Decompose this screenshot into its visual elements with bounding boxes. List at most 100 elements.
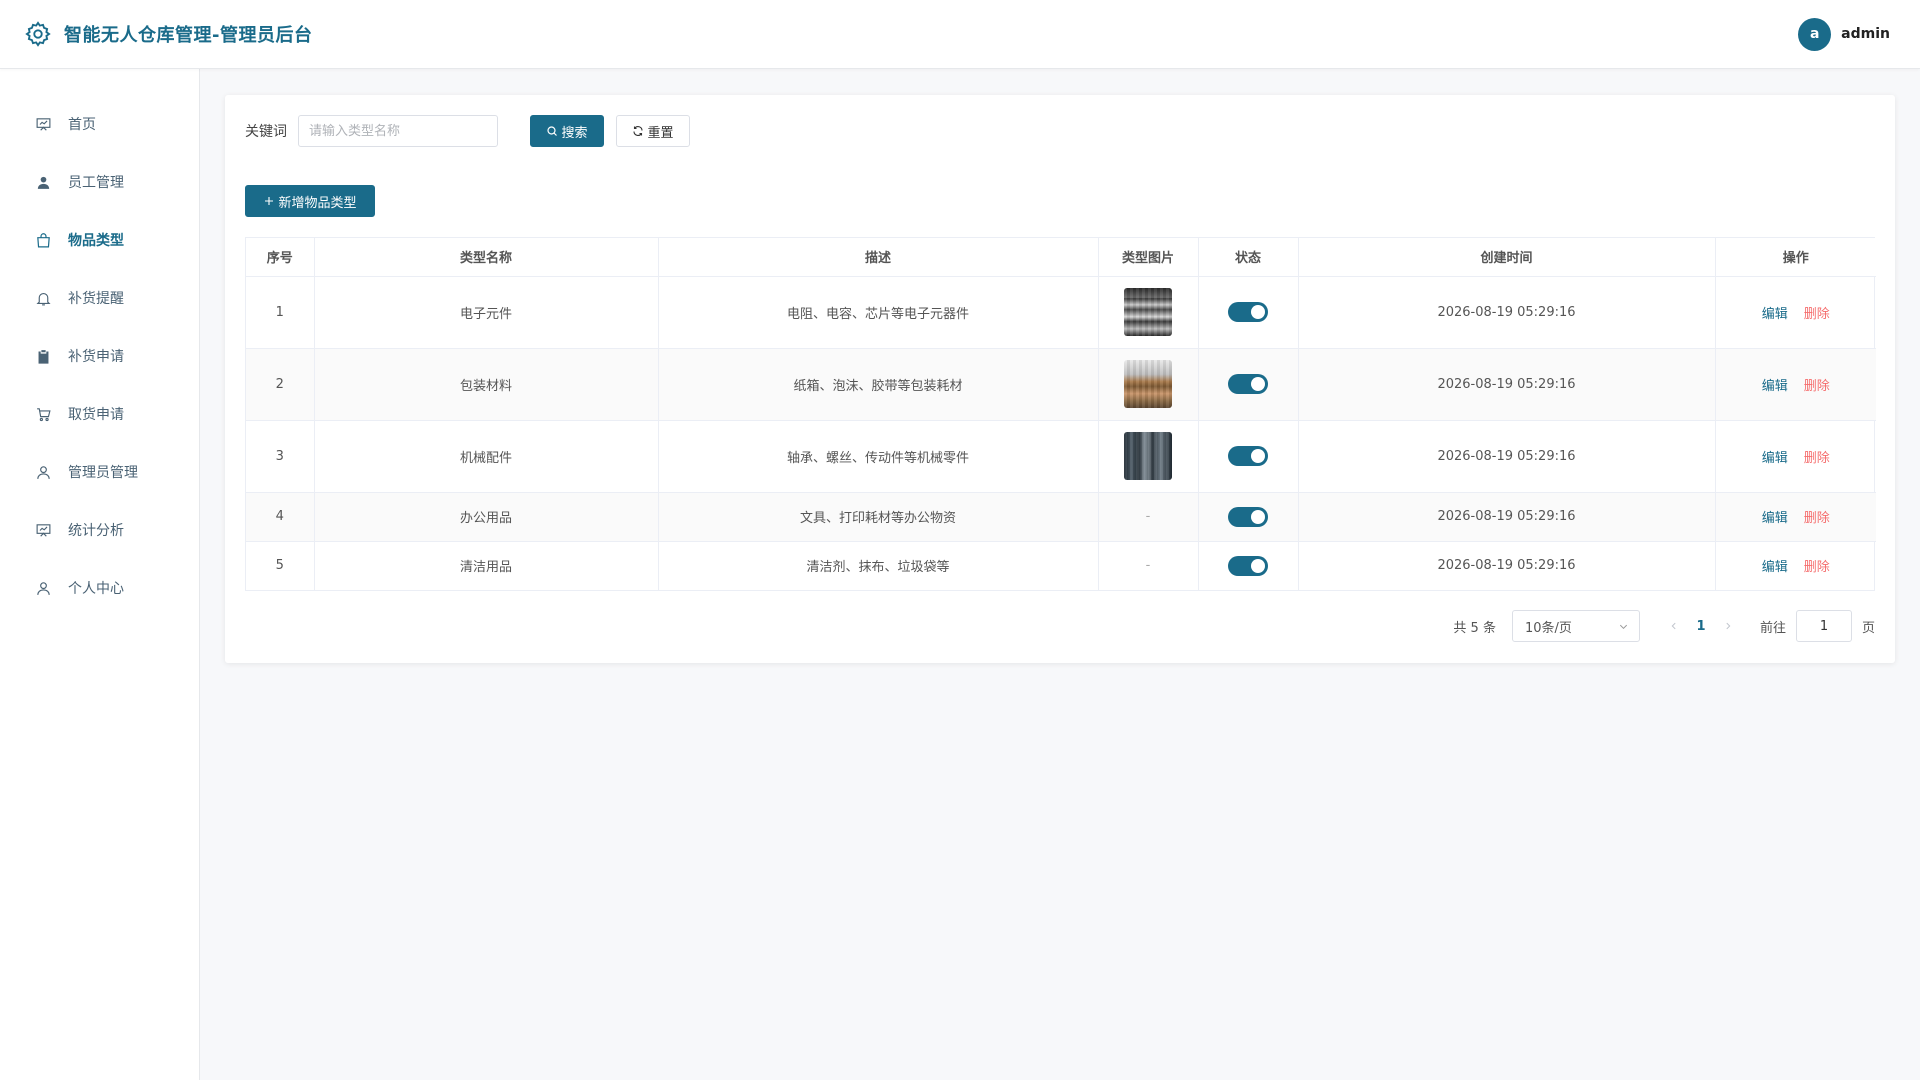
cell-index: 3 xyxy=(246,420,315,493)
table-row: 2 包装材料 纸箱、泡沫、胶带等包装耗材 2026-08-19 05:29:16… xyxy=(246,348,1876,421)
chevron-right-icon xyxy=(1726,622,1731,630)
type-image-thumbnail[interactable] xyxy=(1124,288,1172,336)
chevron-down-icon xyxy=(1619,624,1628,629)
avatar[interactable]: a xyxy=(1798,17,1832,51)
sidebar-item-profile[interactable]: 个人中心 xyxy=(0,559,199,617)
user-menu[interactable]: a admin xyxy=(1798,17,1890,51)
reset-button-label: 重置 xyxy=(647,125,674,141)
sidebar-item-label: 员工管理 xyxy=(68,175,124,191)
pagination: 共 5 条 10条/页 1 前往 页 xyxy=(1453,610,1875,642)
sidebar-item-pickup-requests[interactable]: 取货申请 xyxy=(0,385,199,443)
reset-button[interactable]: 重置 xyxy=(616,115,690,147)
search-button-label: 搜索 xyxy=(561,125,588,141)
page-number-current[interactable]: 1 xyxy=(1686,619,1716,634)
prev-page-button[interactable] xyxy=(1662,621,1686,631)
sidebar-item-admins[interactable]: 管理员管理 xyxy=(0,443,199,501)
chevron-left-icon xyxy=(1671,622,1676,630)
filter-bar: 关键词 搜索 重置 xyxy=(245,115,690,147)
delete-link[interactable]: 删除 xyxy=(1804,451,1830,466)
delete-link[interactable]: 删除 xyxy=(1804,560,1830,575)
sidebar-item-label: 物品类型 xyxy=(68,233,124,249)
cell-created: 2026-08-19 05:29:16 xyxy=(1298,492,1716,542)
presentation-icon xyxy=(36,523,51,537)
keyword-input[interactable] xyxy=(298,115,498,147)
search-icon xyxy=(547,126,558,136)
bell-icon xyxy=(36,292,51,305)
top-header: 智能无人仓库管理-管理员后台 a admin xyxy=(0,0,1920,69)
cell-desc: 电阻、电容、芯片等电子元器件 xyxy=(658,276,1099,349)
cell-created: 2026-08-19 05:29:16 xyxy=(1298,348,1716,421)
column-header: 类型名称 xyxy=(314,238,659,277)
cell-desc: 文具、打印耗材等办公物资 xyxy=(658,492,1099,542)
edit-link[interactable]: 编辑 xyxy=(1762,307,1788,322)
pagination-total: 共 5 条 xyxy=(1453,620,1496,636)
sidebar-item-statistics[interactable]: 统计分析 xyxy=(0,501,199,559)
add-button-label: 新增物品类型 xyxy=(278,195,357,211)
status-toggle[interactable] xyxy=(1228,302,1268,322)
next-page-button[interactable] xyxy=(1716,621,1740,631)
sidebar-item-employees[interactable]: 员工管理 xyxy=(0,153,199,211)
user-icon xyxy=(37,581,50,595)
edit-link[interactable]: 编辑 xyxy=(1762,379,1788,394)
column-header: 创建时间 xyxy=(1298,238,1716,277)
delete-link[interactable]: 删除 xyxy=(1804,307,1830,322)
edit-link[interactable]: 编辑 xyxy=(1762,560,1788,575)
cell-desc: 清洁剂、抹布、垃圾袋等 xyxy=(658,541,1099,590)
sidebar-item-label: 个人中心 xyxy=(68,581,124,597)
cell-desc: 轴承、螺丝、传动件等机械零件 xyxy=(658,420,1099,493)
cell-name: 清洁用品 xyxy=(314,541,659,590)
table-header-row: 序号 类型名称 描述 类型图片 状态 创建时间 操作 xyxy=(246,238,1876,277)
cell-desc: 纸箱、泡沫、胶带等包装耗材 xyxy=(658,348,1099,421)
column-header: 操作 xyxy=(1715,238,1876,277)
cell-index: 5 xyxy=(246,541,315,590)
add-item-type-button[interactable]: 新增物品类型 xyxy=(245,185,375,217)
sidebar-item-label: 取货申请 xyxy=(68,407,124,423)
goto-page-input[interactable] xyxy=(1795,610,1852,642)
cell-created: 2026-08-19 05:29:16 xyxy=(1298,420,1716,493)
username[interactable]: admin xyxy=(1841,26,1890,42)
keyword-label: 关键词 xyxy=(245,124,287,140)
delete-link[interactable]: 删除 xyxy=(1804,511,1830,526)
user-icon xyxy=(37,465,50,479)
refresh-icon xyxy=(633,126,644,136)
sidebar-item-label: 统计分析 xyxy=(68,523,124,539)
table-row: 3 机械配件 轴承、螺丝、传动件等机械零件 2026-08-19 05:29:1… xyxy=(246,420,1876,493)
search-button[interactable]: 搜索 xyxy=(530,115,604,147)
column-header: 序号 xyxy=(246,238,315,277)
delete-link[interactable]: 删除 xyxy=(1804,379,1830,394)
page-size-select[interactable]: 10条/页 xyxy=(1511,610,1640,642)
bag-icon xyxy=(37,232,50,247)
clipboard-icon xyxy=(38,349,49,364)
sidebar-item-label: 管理员管理 xyxy=(68,465,138,481)
sidebar-item-restock-alerts[interactable]: 补货提醒 xyxy=(0,269,199,327)
edit-link[interactable]: 编辑 xyxy=(1762,451,1788,466)
user-solid-icon xyxy=(37,176,50,189)
content-card: 关键词 搜索 重置 新增物品类型 序号 类型名称 描述 类型图片 xyxy=(225,95,1895,663)
gear-icon xyxy=(25,21,51,47)
cell-created: 2026-08-19 05:29:16 xyxy=(1298,541,1716,590)
cell-name: 办公用品 xyxy=(314,492,659,542)
status-toggle[interactable] xyxy=(1228,506,1268,527)
status-toggle[interactable] xyxy=(1228,446,1268,466)
type-image-thumbnail[interactable] xyxy=(1124,360,1172,408)
sidebar-item-label: 首页 xyxy=(68,117,96,133)
cart-icon xyxy=(37,407,51,421)
edit-link[interactable]: 编辑 xyxy=(1762,511,1788,526)
cell-name: 机械配件 xyxy=(314,420,659,493)
sidebar: 首页 员工管理 物品类型 补货提醒 补货申请 取货申请 管理员管理 统计分析 个… xyxy=(0,69,200,1080)
table-row: 5 清洁用品 清洁剂、抹布、垃圾袋等 - 2026-08-19 05:29:16… xyxy=(246,541,1876,590)
item-type-table: 序号 类型名称 描述 类型图片 状态 创建时间 操作 1 电子元件 电阻、电容、… xyxy=(245,237,1876,591)
type-image-thumbnail[interactable] xyxy=(1124,432,1172,480)
column-header: 描述 xyxy=(658,238,1099,277)
table-row: 4 办公用品 文具、打印耗材等办公物资 - 2026-08-19 05:29:1… xyxy=(246,492,1876,542)
status-toggle[interactable] xyxy=(1228,555,1268,576)
sidebar-item-home[interactable]: 首页 xyxy=(0,95,199,153)
sidebar-item-item-types[interactable]: 物品类型 xyxy=(0,211,199,269)
sidebar-item-label: 补货提醒 xyxy=(68,291,124,307)
status-toggle[interactable] xyxy=(1228,374,1268,394)
column-header: 状态 xyxy=(1198,238,1299,277)
sidebar-item-restock-requests[interactable]: 补货申请 xyxy=(0,327,199,385)
page-size-value: 10条/页 xyxy=(1524,620,1572,636)
empty-image-placeholder: - xyxy=(1145,509,1151,524)
table-row: 1 电子元件 电阻、电容、芯片等电子元器件 2026-08-19 05:29:1… xyxy=(246,276,1876,349)
